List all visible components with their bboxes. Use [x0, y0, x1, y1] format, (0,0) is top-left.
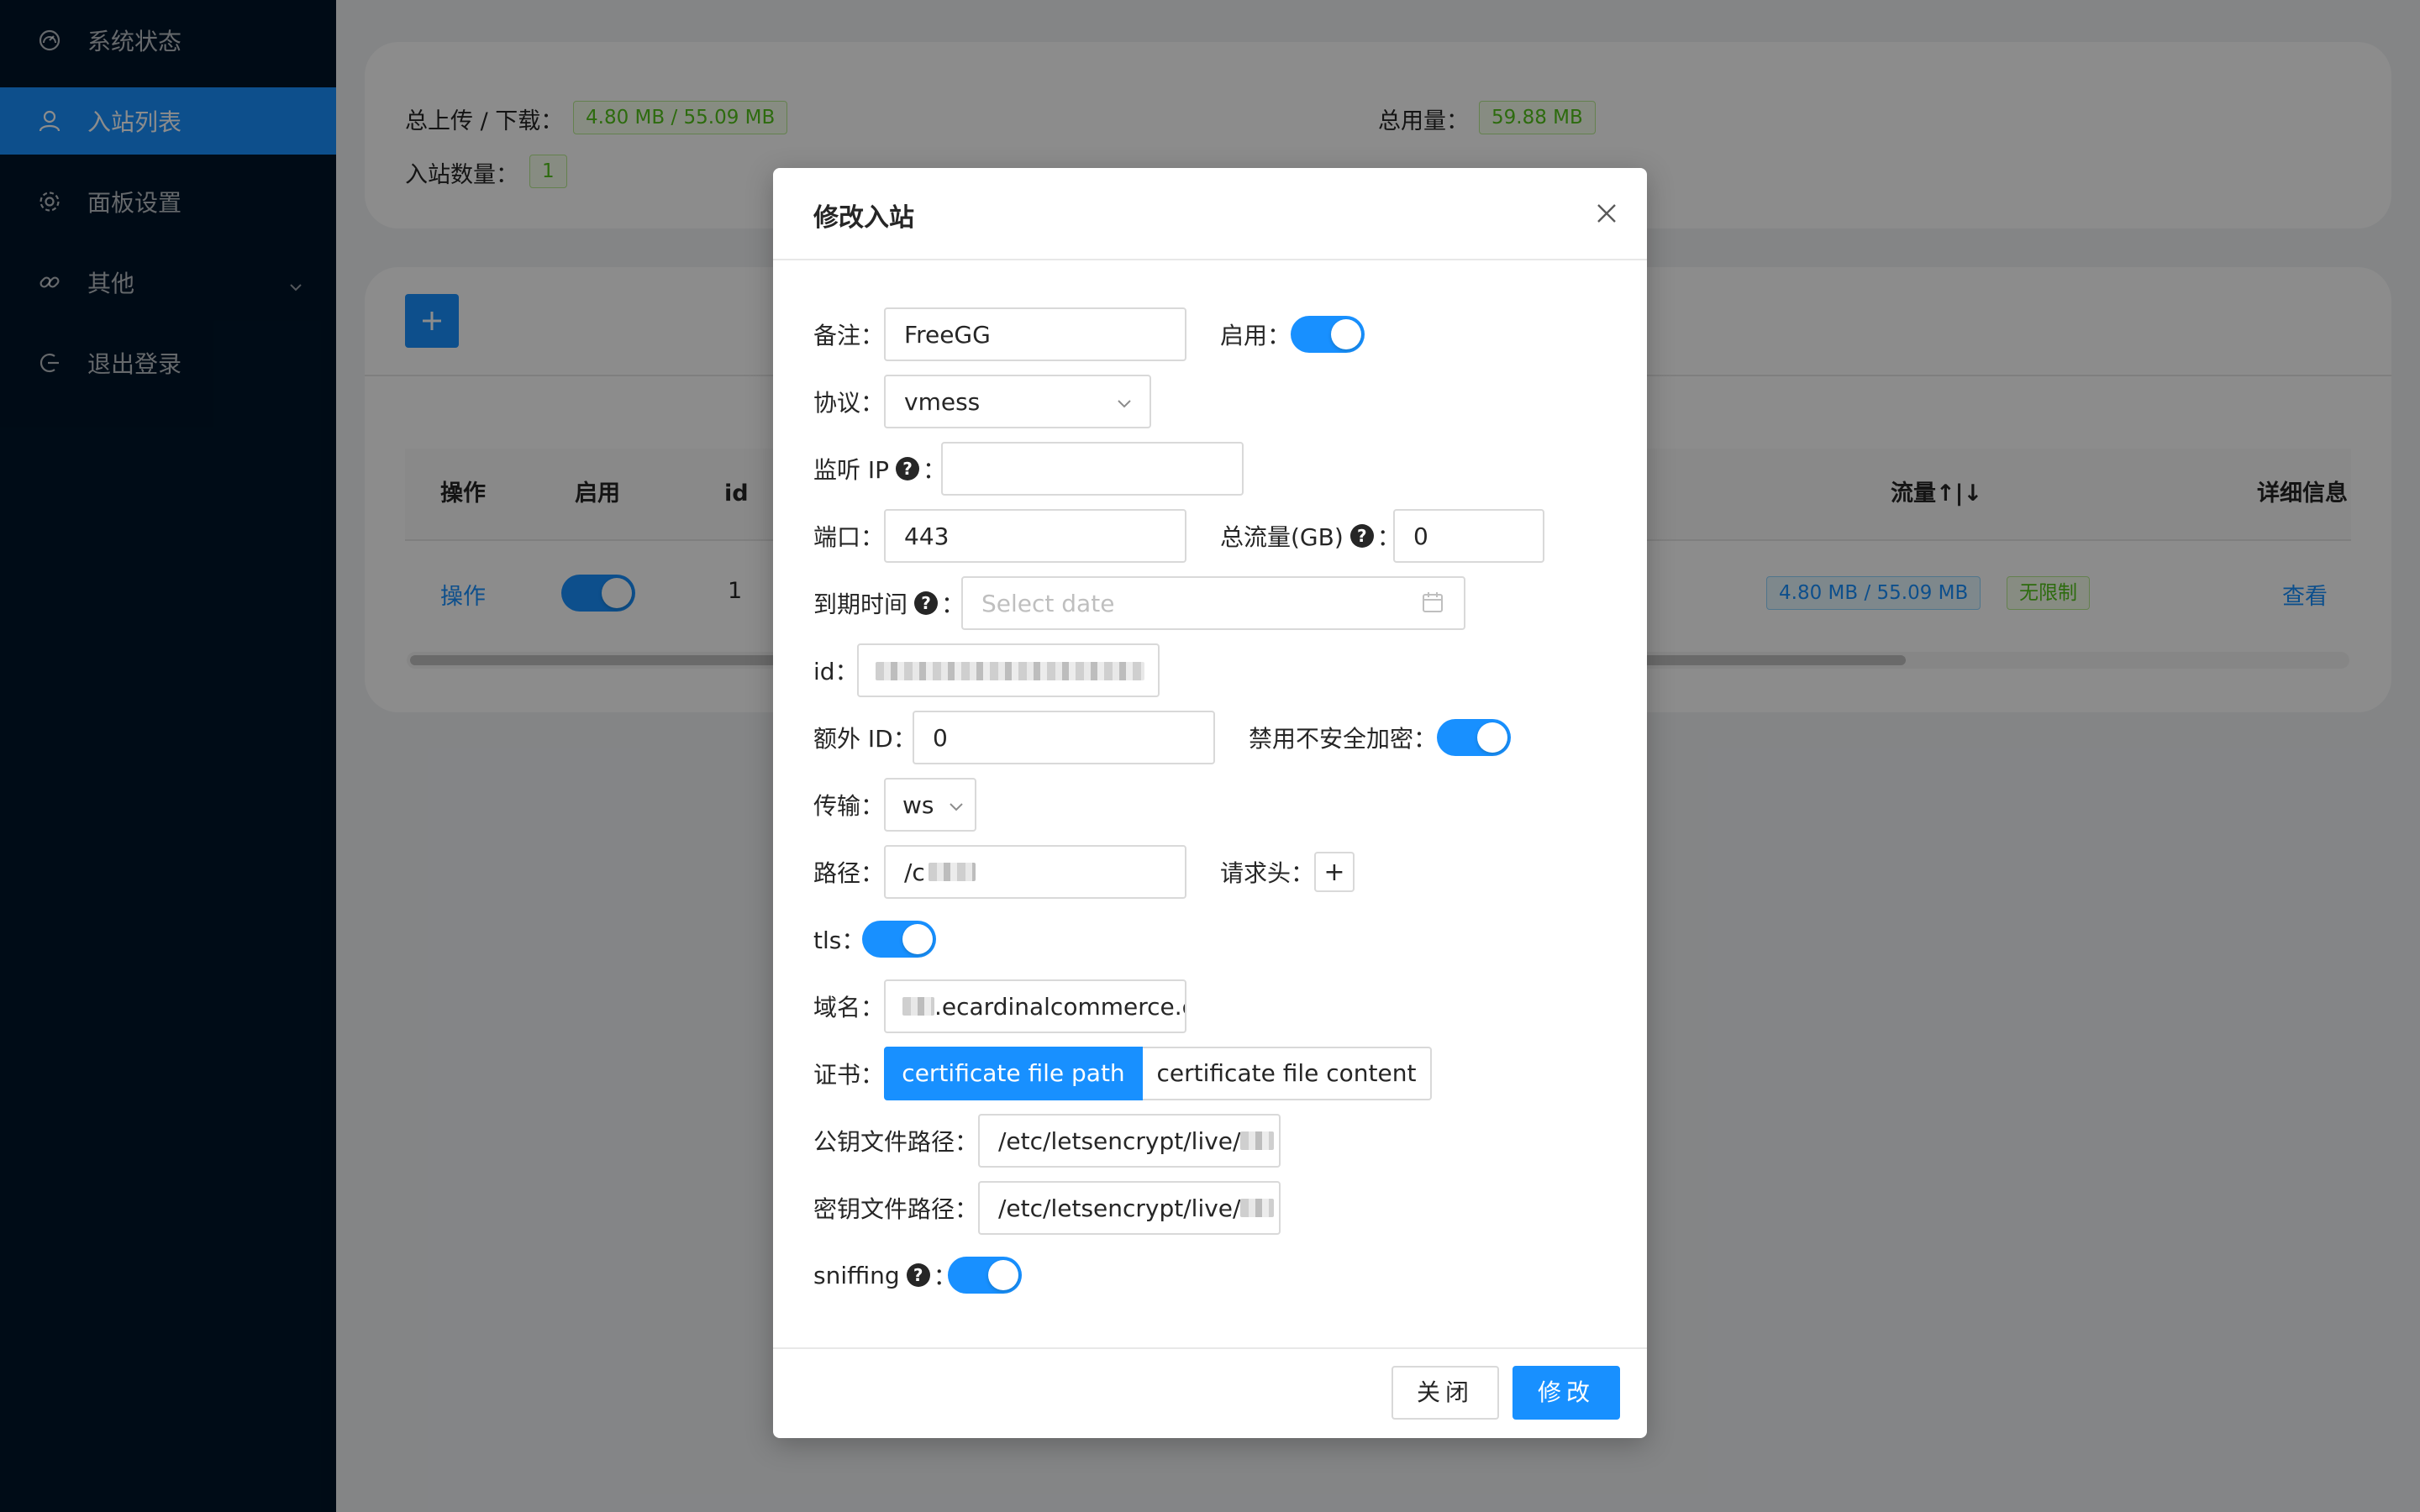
- domain-input[interactable]: .ecardinalcommerce.c: [884, 979, 1186, 1033]
- protocol-value: vmess: [904, 387, 981, 416]
- id-label: id：: [813, 658, 859, 685]
- headers-label: 请求头：: [1220, 859, 1315, 887]
- sniffing-switch[interactable]: [948, 1257, 1022, 1294]
- disable-insecure-switch[interactable]: [1437, 719, 1511, 756]
- transport-label: 传输：: [813, 792, 885, 820]
- question-icon[interactable]: ?: [914, 591, 939, 615]
- cert-label: 证书：: [813, 1061, 885, 1089]
- expiry-date-picker[interactable]: [961, 576, 1465, 630]
- uuid-input[interactable]: [857, 643, 1160, 697]
- question-icon[interactable]: ?: [906, 1263, 930, 1287]
- protocol-select[interactable]: vmess: [884, 375, 1151, 428]
- port-label: 端口：: [813, 523, 885, 551]
- private-key-value: /etc/letsencrypt/live/: [998, 1194, 1241, 1222]
- listen-ip-input[interactable]: [941, 442, 1244, 496]
- alter-id-label: 额外 ID：: [813, 725, 917, 753]
- close-button[interactable]: 关闭: [1392, 1366, 1499, 1420]
- path-label: 路径：: [813, 859, 885, 887]
- cert-option-path[interactable]: certificate file path: [884, 1047, 1143, 1100]
- submit-button[interactable]: 修改: [1512, 1366, 1620, 1420]
- redacted-subdomain: [902, 997, 934, 1016]
- add-header-button[interactable]: +: [1314, 852, 1355, 892]
- public-key-input[interactable]: /etc/letsencrypt/live/: [978, 1114, 1281, 1168]
- path-value: /c: [904, 858, 925, 886]
- remark-label: 备注：: [813, 322, 885, 349]
- tls-switch[interactable]: [862, 921, 936, 958]
- redacted-key-path: [1240, 1131, 1275, 1150]
- remark-input[interactable]: [884, 307, 1186, 361]
- total-traffic-label: 总流量(GB) ? ：: [1220, 523, 1401, 551]
- enable-switch[interactable]: [1291, 316, 1365, 353]
- sniffing-label: sniffing ? ：: [813, 1261, 957, 1291]
- modal-footer: 关闭 修改: [773, 1347, 1647, 1438]
- tls-label: tls：: [813, 927, 865, 954]
- chevron-down-icon: [1118, 400, 1131, 408]
- transport-value: ws: [902, 790, 934, 819]
- total-traffic-input[interactable]: [1393, 509, 1544, 563]
- question-icon[interactable]: ?: [1349, 524, 1374, 548]
- modal-title: 修改入站: [813, 203, 914, 233]
- listen-ip-label: 监听 IP ? ：: [813, 456, 947, 484]
- enable-label: 启用：: [1220, 322, 1292, 349]
- public-key-value: /etc/letsencrypt/live/: [998, 1126, 1241, 1155]
- question-icon[interactable]: ?: [896, 457, 920, 480]
- calendar-icon[interactable]: [1420, 590, 1445, 615]
- modal-header: 修改入站: [773, 168, 1647, 260]
- expiry-label: 到期时间 ? ：: [813, 591, 965, 618]
- transport-select[interactable]: ws: [884, 778, 976, 832]
- public-key-label: 公钥文件路径：: [813, 1128, 979, 1156]
- edit-inbound-modal: 修改入站 备注： 启用： 协议： vmess 监听 IP ? ： 端口： 总流量…: [773, 168, 1647, 1438]
- private-key-input[interactable]: /etc/letsencrypt/live/: [978, 1181, 1281, 1235]
- redacted-uuid: [876, 662, 1144, 680]
- redacted-key-path: [1240, 1199, 1275, 1217]
- path-input[interactable]: /c: [884, 845, 1186, 899]
- close-icon[interactable]: [1591, 198, 1622, 228]
- port-input[interactable]: [884, 509, 1186, 563]
- cert-option-content[interactable]: certificate file content: [1143, 1047, 1432, 1100]
- redacted-path: [928, 863, 976, 881]
- chevron-down-icon: [950, 803, 963, 811]
- disable-insecure-label: 禁用不安全加密：: [1249, 725, 1438, 753]
- protocol-label: 协议：: [813, 389, 885, 417]
- domain-value: .ecardinalcommerce.c: [934, 992, 1186, 1021]
- private-key-label: 密钥文件路径：: [813, 1195, 979, 1223]
- alter-id-input[interactable]: [913, 711, 1215, 764]
- domain-label: 域名：: [813, 994, 885, 1021]
